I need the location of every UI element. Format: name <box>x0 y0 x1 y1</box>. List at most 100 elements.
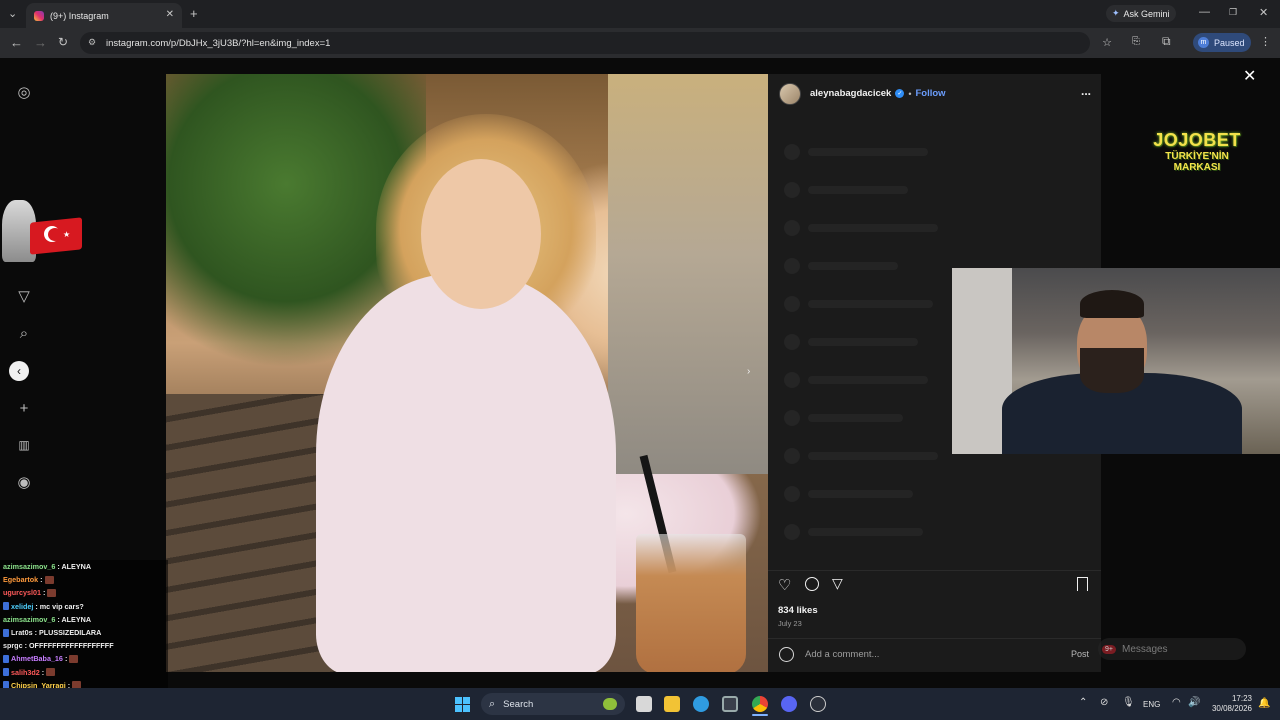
chat-message: AhmetBaba_16: <box>0 652 168 665</box>
emoji-icon[interactable] <box>779 647 794 662</box>
chat-text: : ALEYNA <box>57 562 92 572</box>
post-photo[interactable] <box>166 74 768 672</box>
author-username[interactable]: aleynabagdacicek <box>810 88 891 99</box>
active-app-indicator <box>752 714 768 716</box>
comment-skeleton <box>784 372 928 388</box>
edge-icon[interactable] <box>693 696 709 712</box>
tab-instagram[interactable]: (9+) Instagram ✕ <box>26 3 182 28</box>
like-count[interactable]: 834 likes <box>778 605 818 616</box>
chat-username: ugurcysl01 <box>3 588 41 598</box>
chat-badge-icon <box>3 602 9 611</box>
chrome-menu-icon[interactable]: ⋮ <box>1260 35 1271 48</box>
divider <box>768 638 1101 639</box>
comment-input[interactable]: Add a comment... <box>805 649 879 660</box>
direct-messages-icon[interactable]: ▽ <box>16 288 32 305</box>
taskbar-search[interactable]: ⌕ Search <box>481 693 625 715</box>
create-plus-icon[interactable]: + <box>16 400 32 417</box>
bookmark-star-icon[interactable]: ☆ <box>1102 36 1112 49</box>
volume-icon[interactable]: 🔊 <box>1188 697 1200 708</box>
dashboard-chart-icon[interactable]: ▥ <box>16 437 32 453</box>
reload-icon[interactable]: ↻ <box>58 35 68 49</box>
chat-username: Lrat0s <box>11 628 33 638</box>
discord-icon[interactable] <box>781 696 797 712</box>
chat-message: azimsazimov_6: ALEYNA <box>0 613 168 626</box>
comment-skeleton <box>784 296 933 312</box>
address-bar[interactable]: ⚙ instagram.com/p/DbJHx_3jU3B/?hl=en&img… <box>80 32 1140 54</box>
clock[interactable]: 17:23 30/08/2026 <box>1208 694 1252 714</box>
forward-arrow-icon[interactable]: → <box>34 35 47 50</box>
window-close-icon[interactable]: ✕ <box>1259 6 1268 19</box>
profile-circle-icon[interactable]: ◉ <box>16 474 32 491</box>
chat-message: Egebartok: <box>0 573 168 586</box>
previous-post-button[interactable]: ‹ <box>9 361 29 381</box>
chat-emote-icon <box>46 668 56 677</box>
chat-username: salih3d2 <box>11 667 40 677</box>
search-icon: ⌕ <box>489 697 496 710</box>
promo-line2: TÜRKİYE'NİN <box>1165 151 1229 162</box>
messages-button[interactable]: 9+ Messages <box>1098 638 1246 660</box>
chat-badge-icon <box>3 668 9 677</box>
like-heart-icon[interactable]: ♡ <box>778 576 791 594</box>
microphone-icon[interactable]: 🎙 <box>1122 697 1135 708</box>
tray-chevron-icon[interactable]: ⌃ <box>1079 697 1087 708</box>
verified-badge-icon: ✓ <box>895 89 905 98</box>
more-options-icon[interactable]: ... <box>1081 84 1091 98</box>
tab-close-icon[interactable]: ✕ <box>166 9 174 20</box>
chat-text: : PLUSSIZEDILARA <box>34 628 102 638</box>
comment-skeleton <box>784 220 938 236</box>
close-modal-icon[interactable]: ✕ <box>1243 66 1256 86</box>
maximize-icon[interactable]: ❐ <box>1229 7 1237 18</box>
profile-paused-button[interactable]: m Paused <box>1193 33 1251 52</box>
new-tab-plus-icon[interactable]: + <box>190 6 198 21</box>
back-arrow-icon[interactable]: ← <box>10 35 23 50</box>
comment-skeleton <box>784 144 928 160</box>
chat-username: xelidej <box>11 601 34 611</box>
turkish-flag-overlay: ★ <box>0 200 84 264</box>
instagram-logo-icon[interactable]: ◎ <box>16 84 32 101</box>
chat-username: azimsazimov_6 <box>3 614 56 624</box>
comment-skeleton <box>784 448 938 464</box>
network-off-icon[interactable]: ⊘ <box>1100 697 1108 708</box>
chat-text: : mc vip cars? <box>35 601 84 611</box>
share-send-icon[interactable]: ▽ <box>832 575 843 592</box>
post-comment-button[interactable]: Post <box>1071 649 1089 659</box>
chat-username: Egebartok <box>3 575 39 585</box>
comment-skeleton <box>784 334 918 350</box>
ask-gemini-label: Ask Gemini <box>1123 8 1170 19</box>
windows-start-icon[interactable] <box>455 697 470 712</box>
minimize-icon[interactable]: — <box>1199 6 1210 18</box>
search-highlight-icon <box>603 698 617 710</box>
chat-message: ugurcysl01: <box>0 586 168 599</box>
divider <box>768 570 1101 571</box>
post-date: July 23 <box>778 619 802 628</box>
instagram-favicon-icon <box>34 10 44 21</box>
messages-label: Messages <box>1121 643 1168 655</box>
chat-text: : <box>64 654 68 664</box>
next-image-chevron-icon[interactable]: › <box>747 366 750 377</box>
comment-bubble-icon[interactable] <box>805 577 819 591</box>
promo-brand: JOJOBET <box>1153 130 1241 150</box>
search-icon[interactable]: ⌕ <box>16 325 32 342</box>
install-app-icon[interactable]: ⎘ <box>1132 36 1140 47</box>
app-icon[interactable] <box>810 696 826 712</box>
chat-badge-icon <box>3 628 9 637</box>
chrome-icon[interactable] <box>752 696 768 712</box>
language-indicator[interactable]: ENG <box>1143 700 1160 710</box>
tab-search-chevron-icon[interactable]: ⌄ <box>8 7 17 20</box>
site-info-icon[interactable]: ⚙ <box>88 37 96 48</box>
ask-gemini-button[interactable]: ✦ Ask Gemini <box>1106 5 1176 22</box>
tab-title: (9+) Instagram <box>50 10 109 21</box>
author-avatar[interactable] <box>779 83 801 105</box>
notification-bell-icon[interactable]: 🔔 <box>1258 698 1270 709</box>
chat-message: salih3d2: <box>0 666 168 679</box>
comment-skeleton <box>784 182 908 198</box>
wifi-icon[interactable]: ◠ <box>1172 697 1181 708</box>
store-icon[interactable] <box>722 696 738 712</box>
task-view-icon[interactable] <box>636 696 652 712</box>
url-text: instagram.com/p/DbJHx_3jU3B/?hl=en&img_i… <box>106 37 331 49</box>
follow-button[interactable]: Follow <box>915 88 945 99</box>
extensions-puzzle-icon[interactable]: ⧉ <box>1162 34 1171 49</box>
save-bookmark-icon[interactable] <box>1077 577 1088 591</box>
file-explorer-icon[interactable] <box>664 696 680 712</box>
chat-message: azimsazimov_6: ALEYNA <box>0 560 168 573</box>
